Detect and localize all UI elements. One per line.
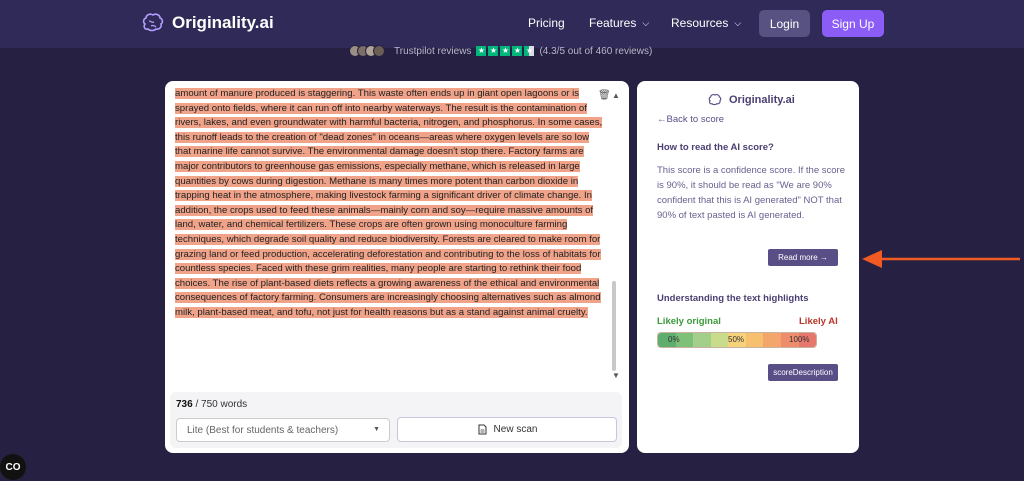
- star-icon: ★: [476, 46, 487, 56]
- rating-text: (4.3/5 out of 460 reviews): [539, 45, 653, 57]
- half-star-icon: ★: [524, 46, 535, 56]
- trustpilot-label[interactable]: Trustpilot reviews: [394, 46, 471, 57]
- brand-logo[interactable]: Originality.ai: [140, 10, 274, 36]
- score-info-panel: Originality.ai ←Back to score How to rea…: [637, 81, 859, 453]
- nav-pricing[interactable]: Pricing: [528, 16, 565, 30]
- avatar: [373, 45, 385, 57]
- brain-icon: [708, 94, 722, 106]
- scale-label-0: 0%: [668, 335, 680, 344]
- login-button[interactable]: Login: [759, 10, 810, 37]
- ai-highlighted-text: amount of manure produced is staggering.…: [175, 88, 603, 318]
- caret-down-icon: ▼: [373, 426, 380, 433]
- scan-icon: [478, 424, 487, 435]
- model-select[interactable]: Lite (Best for students & teachers) ▼: [176, 418, 390, 442]
- word-limit: / 750 words: [195, 399, 248, 410]
- trash-icon[interactable]: 🗑: [598, 90, 611, 101]
- panel-brand: Originality.ai: [707, 93, 795, 107]
- score-description-button[interactable]: scoreDescription: [768, 364, 838, 381]
- new-scan-button[interactable]: New scan: [397, 417, 617, 442]
- arrow-left-icon: ←: [657, 114, 667, 125]
- nav-pricing-label: Pricing: [528, 16, 565, 30]
- word-count: 736 / 750 words: [176, 399, 247, 410]
- star-icon: ★: [500, 46, 511, 56]
- nav-features[interactable]: Features ⌵: [589, 16, 649, 30]
- new-scan-label: New scan: [493, 424, 538, 435]
- signup-button[interactable]: Sign Up: [822, 10, 884, 37]
- scale-segment: [745, 333, 764, 347]
- scale-label-100: 100%: [789, 335, 810, 344]
- scale-label-50: 50%: [728, 335, 745, 344]
- nav-resources-label: Resources: [671, 16, 729, 30]
- panel-brand-name: Originality.ai: [729, 94, 795, 106]
- back-to-score-link[interactable]: ←Back to score: [657, 114, 724, 125]
- top-nav: Originality.ai Pricing Features ⌵ Resourc…: [0, 0, 1024, 48]
- scroll-up-icon[interactable]: ▲: [612, 91, 620, 100]
- scale-segment: [763, 333, 781, 347]
- highlights-title: Understanding the text highlights: [657, 293, 809, 304]
- how-to-read-title: How to read the AI score?: [657, 142, 774, 153]
- scrollbar-thumb[interactable]: [612, 281, 616, 371]
- scale-segment: [693, 333, 711, 347]
- reviewer-avatars: [349, 45, 385, 57]
- scanned-text-area[interactable]: amount of manure produced is staggering.…: [175, 87, 605, 377]
- likely-original-label: Likely original: [657, 316, 721, 327]
- star-icon: ★: [512, 46, 523, 56]
- star-icon: ★: [488, 46, 499, 56]
- nav-features-label: Features: [589, 16, 637, 30]
- text-input-card: amount of manure produced is staggering.…: [165, 81, 629, 453]
- scroll-down-icon[interactable]: ▼: [612, 371, 620, 380]
- brand-name: Originality.ai: [172, 13, 274, 32]
- read-more-button[interactable]: Read more →: [768, 249, 838, 266]
- nav-resources[interactable]: Resources ⌵: [671, 16, 741, 30]
- score-explanation: This score is a confidence score. If the…: [657, 165, 845, 221]
- cookie-settings-icon[interactable]: CO: [0, 454, 26, 480]
- likely-ai-label: Likely AI: [799, 316, 838, 327]
- chevron-down-icon: ⌵: [642, 17, 650, 28]
- brain-icon: [142, 13, 164, 32]
- scale-segment: [710, 333, 729, 347]
- back-to-score-label: Back to score: [666, 114, 725, 125]
- word-count-value: 736: [176, 399, 193, 410]
- chevron-down-icon: ⌵: [734, 17, 742, 28]
- model-select-value: Lite (Best for students & teachers): [187, 424, 339, 436]
- annotation-arrow-icon: [862, 250, 1020, 268]
- trustpilot-bar: Trustpilot reviews ★ ★ ★ ★ ★ (4.3/5 out …: [349, 45, 652, 57]
- rating-stars: ★ ★ ★ ★ ★: [476, 46, 535, 56]
